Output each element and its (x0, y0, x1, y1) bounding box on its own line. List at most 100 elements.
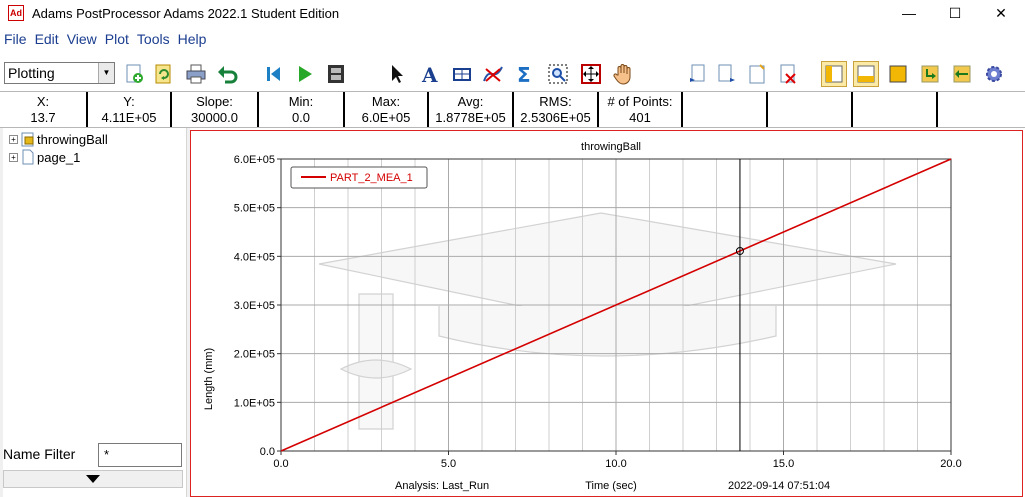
zoom-box-button[interactable] (545, 61, 571, 87)
menu-plot[interactable]: Plot (105, 31, 129, 47)
new-page-icon (126, 64, 143, 83)
line-chart[interactable]: 0.0 5.0 10.0 15.0 20.0 0.0 1.0E+05 2.0E+05 3.0E+… (191, 131, 1022, 496)
delete-page-button[interactable] (775, 61, 801, 87)
zoom-box-icon (548, 64, 568, 84)
settings-button[interactable] (981, 61, 1007, 87)
svg-text:A: A (421, 63, 438, 85)
object-tree: + throwingBall + page_1 (3, 128, 184, 436)
readout-x: X: 13.7 (0, 92, 88, 127)
export-button[interactable] (917, 61, 943, 87)
play-button[interactable] (292, 61, 318, 87)
readout-rms: RMS: 2.5306E+05 (514, 92, 599, 127)
menu-help[interactable]: Help (178, 31, 207, 47)
table-button[interactable] (449, 61, 475, 87)
x-tick-label: 5.0 (441, 458, 456, 470)
legend-entry: PART_2_MEA_1 (330, 172, 413, 184)
layout-bottom-button[interactable] (853, 61, 879, 87)
layout-left-button[interactable] (821, 61, 847, 87)
next-page-icon (718, 64, 735, 82)
layout-bottom-icon (857, 65, 875, 83)
maximize-button[interactable]: ☐ (932, 0, 978, 26)
y-axis-label: Length (mm) (203, 348, 215, 410)
reload-button[interactable] (151, 61, 177, 87)
new-page-button[interactable] (121, 61, 147, 87)
readout-avg: Avg: 1.8778E+05 (429, 92, 514, 127)
readout-bar: X: 13.7 Y: 4.11E+05 Slope: 30000.0 Min: … (0, 91, 1025, 128)
animation-film-icon (328, 65, 344, 83)
toolbar: Plotting ▼ A Σ (0, 58, 1025, 90)
y-tick-label: 3.0E+05 (234, 300, 275, 312)
name-filter-label: Name Filter (3, 446, 76, 462)
menu-bar: File Edit View Plot Tools Help (0, 28, 1025, 50)
tree-item-page1[interactable]: + page_1 (9, 148, 80, 166)
new-page-icon (749, 64, 765, 84)
rewind-icon (267, 67, 280, 81)
layout-left-icon (825, 65, 843, 83)
menu-view[interactable]: View (67, 31, 97, 47)
svg-text:Σ: Σ (517, 63, 531, 85)
readout-points: # of Points: 401 (599, 92, 683, 127)
chart-legend[interactable]: PART_2_MEA_1 (290, 166, 428, 189)
expand-plus-icon[interactable]: + (9, 134, 18, 144)
expand-plus-icon[interactable]: + (9, 152, 18, 162)
animation-button[interactable] (323, 61, 349, 87)
menu-edit[interactable]: Edit (35, 31, 59, 47)
window-title: Adams PostProcessor Adams 2022.1 Student… (32, 5, 340, 21)
readout-avg-label: Avg: (457, 94, 484, 109)
menu-file[interactable]: File (4, 31, 27, 47)
readout-slope-label: Slope: (196, 94, 233, 109)
readout-y: Y: 4.11E+05 (88, 92, 172, 127)
undo-button[interactable] (214, 61, 240, 87)
y-tick-label: 6.0E+05 (234, 154, 275, 166)
readout-x-value: 13.7 (30, 110, 56, 125)
import-icon (953, 65, 971, 83)
readout-y-label: Y: (123, 94, 135, 109)
previous-page-button[interactable] (683, 61, 709, 87)
pan-button[interactable] (610, 61, 636, 87)
mode-dropdown[interactable]: Plotting ▼ (4, 62, 115, 84)
readout-empty-2 (768, 92, 853, 127)
readout-x-label: X: (36, 94, 50, 109)
curve-edit-button[interactable] (480, 61, 506, 87)
chevron-down-icon[interactable]: ▼ (98, 63, 114, 83)
select-arrow-icon (392, 65, 403, 83)
chevron-down-icon (86, 475, 100, 483)
add-page-button[interactable] (744, 61, 770, 87)
tree-item-label: throwingBall (37, 131, 108, 147)
print-button[interactable] (183, 61, 209, 87)
close-button[interactable]: ✕ (978, 0, 1024, 26)
readout-rms-value: 2.5306E+05 (520, 110, 591, 125)
y-tick-label: 0.0 (260, 446, 275, 458)
print-icon (186, 64, 206, 84)
rewind-button[interactable] (260, 61, 286, 87)
fit-button[interactable] (578, 61, 604, 87)
adams-app-icon: Ad (8, 5, 24, 21)
y-tick-label: 2.0E+05 (234, 349, 275, 361)
menu-tools[interactable]: Tools (137, 31, 170, 47)
settings-gear-icon (986, 66, 1002, 82)
layout-full-button[interactable] (885, 61, 911, 87)
page-icon (22, 149, 34, 165)
select-button[interactable] (384, 61, 410, 87)
readout-empty-1 (683, 92, 768, 127)
minimize-button[interactable]: — (886, 0, 932, 26)
math-button[interactable]: Σ (512, 61, 538, 87)
readout-empty-3 (853, 92, 938, 127)
readout-slope: Slope: 30000.0 (172, 92, 259, 127)
name-filter-input[interactable]: * (98, 443, 182, 467)
readout-min-label: Min: (288, 94, 314, 109)
table-icon (453, 68, 471, 81)
plot-page[interactable]: 0.0 5.0 10.0 15.0 20.0 0.0 1.0E+05 2.0E+05 3.0E+… (190, 130, 1023, 497)
delete-page-icon (780, 64, 796, 84)
fit-icon (581, 64, 601, 84)
tree-item-throwingball[interactable]: + throwingBall (9, 130, 108, 148)
readout-max: Max: 6.0E+05 (345, 92, 429, 127)
x-tick-label: 15.0 (773, 458, 794, 470)
y-tick-label: 4.0E+05 (234, 251, 275, 263)
readout-max-label: Max: (371, 94, 401, 109)
filter-expand-bar[interactable] (3, 470, 183, 488)
add-text-button[interactable]: A (417, 61, 443, 87)
import-button[interactable] (949, 61, 975, 87)
next-page-button[interactable] (714, 61, 740, 87)
undo-icon (218, 66, 238, 84)
